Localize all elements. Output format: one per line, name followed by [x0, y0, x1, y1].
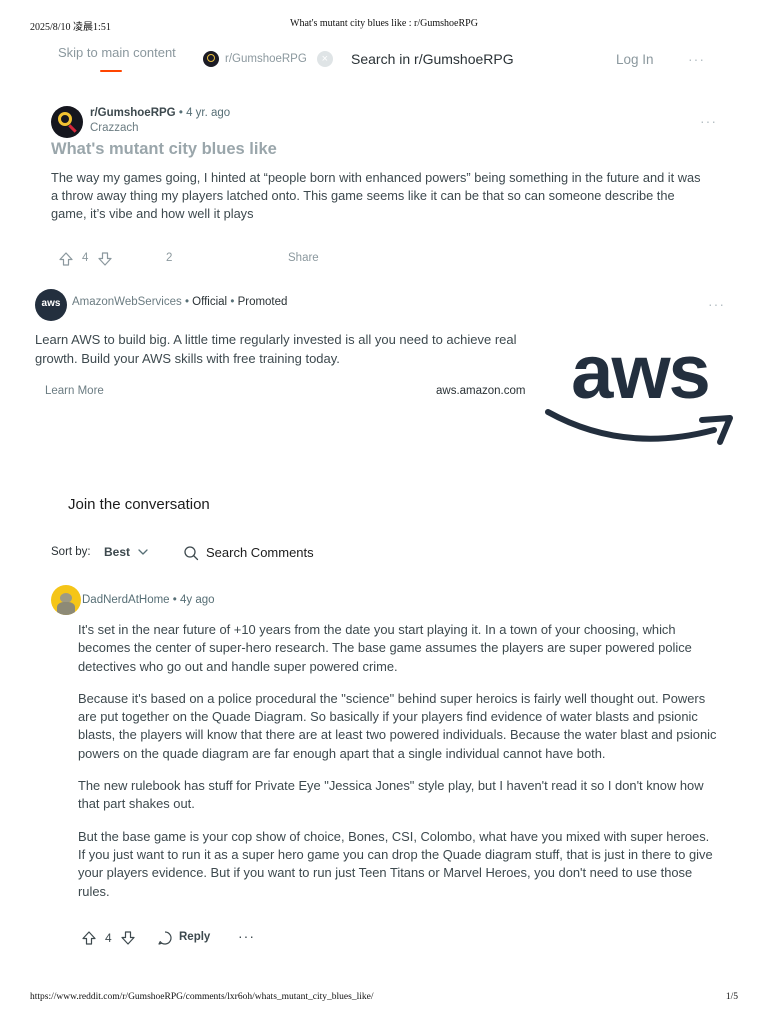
subreddit-chip-label: r/GumshoeRPG	[225, 53, 307, 65]
meta-separator: •	[184, 296, 189, 308]
ad-meta: AmazonWebServices • Official • Promoted	[72, 296, 287, 308]
print-footer: https://www.reddit.com/r/GumshoeRPG/comm…	[30, 992, 738, 1006]
comment-paragraph: But the base game is your cop show of ch…	[78, 828, 713, 899]
subreddit-avatar[interactable]	[51, 106, 83, 138]
post-comment-count[interactable]: 2	[166, 252, 172, 264]
sort-dropdown[interactable]: Best	[104, 545, 130, 559]
post-title: What's mutant city blues like	[51, 140, 277, 158]
comment-body: It's set in the near future of +10 years…	[78, 621, 718, 915]
post-meta: r/GumshoeRPG • 4 yr. ago	[90, 107, 230, 119]
promoted-label: Promoted	[237, 296, 288, 308]
page-number: 1/5	[725, 992, 738, 1002]
meta-separator: •	[230, 296, 235, 308]
sort-label: Sort by:	[51, 546, 91, 558]
meta-separator: •	[172, 594, 177, 606]
upvote-icon[interactable]	[81, 930, 97, 946]
comment-overflow-icon[interactable]: ···	[238, 928, 255, 944]
aws-smile-shape	[545, 409, 717, 442]
print-url: https://www.reddit.com/r/GumshoeRPG/comm…	[30, 992, 374, 1002]
aws-logo-image[interactable]: aws	[544, 330, 736, 454]
print-header: 2025/8/10 凌晨1:51 What's mutant city blue…	[30, 18, 738, 33]
post-age: 4 yr. ago	[186, 107, 231, 119]
post-overflow-icon[interactable]: ···	[700, 113, 717, 129]
meta-separator: •	[178, 107, 183, 119]
aws-logo-text: aws	[571, 330, 709, 415]
comment-author[interactable]: DadNerdAtHome	[82, 594, 170, 606]
reply-button[interactable]: Reply	[179, 931, 210, 943]
post-vote-count: 4	[82, 252, 89, 264]
advertiser-avatar[interactable]: aws	[35, 289, 67, 321]
post-subreddit-link[interactable]: r/GumshoeRPG	[90, 107, 176, 119]
ad-overflow-icon[interactable]: ···	[708, 296, 725, 312]
comment-action-bar: 4 Reply ···	[81, 928, 281, 947]
print-title: What's mutant city blues like : r/Gumsho…	[290, 18, 478, 29]
close-icon[interactable]: ×	[316, 51, 333, 67]
search-comments-input[interactable]: Search Comments	[206, 545, 314, 560]
search-icon[interactable]	[183, 545, 199, 561]
chevron-down-icon[interactable]	[137, 546, 149, 558]
focus-underline	[100, 70, 122, 72]
official-badge: Official	[192, 296, 228, 308]
upvote-icon[interactable]	[58, 251, 74, 267]
downvote-icon[interactable]	[97, 251, 113, 267]
post-action-bar: 4 2 Share	[58, 250, 358, 268]
share-button[interactable]: Share	[288, 252, 319, 264]
comment-vote-count: 4	[105, 931, 112, 945]
ad-body: Learn AWS to build big. A little time re…	[35, 332, 517, 366]
overflow-menu-icon[interactable]: ···	[688, 51, 705, 67]
skip-to-content-link[interactable]: Skip to main content	[58, 45, 176, 60]
subreddit-icon	[203, 51, 219, 67]
post-author[interactable]: Crazzach	[90, 122, 139, 134]
ad-domain-link[interactable]: aws.amazon.com	[436, 385, 525, 397]
comment-paragraph: It's set in the near future of +10 years…	[78, 622, 692, 674]
subreddit-search-chip[interactable]: r/GumshoeRPG ×	[203, 50, 333, 68]
post-body: The way my games going, I hinted at “peo…	[51, 170, 701, 222]
learn-more-button[interactable]: Learn More	[45, 385, 104, 397]
reply-bubble-icon[interactable]	[157, 930, 173, 946]
login-button[interactable]: Log In	[616, 52, 654, 67]
join-conversation-prompt[interactable]: Join the conversation	[68, 496, 210, 513]
magnifier-handle-shape	[68, 124, 77, 133]
avatar-body-shape	[57, 602, 75, 615]
avatar[interactable]	[51, 585, 81, 615]
comment-paragraph: The new rulebook has stuff for Private E…	[78, 778, 704, 812]
comment-paragraph: Because it's based on a police procedura…	[78, 690, 717, 761]
comment-meta: DadNerdAtHome • 4y ago	[82, 594, 215, 606]
comment-age: 4y ago	[180, 594, 215, 606]
search-input[interactable]: Search in r/GumshoeRPG	[351, 51, 514, 67]
advertiser-name[interactable]: AmazonWebServices	[72, 296, 182, 308]
downvote-icon[interactable]	[120, 930, 136, 946]
